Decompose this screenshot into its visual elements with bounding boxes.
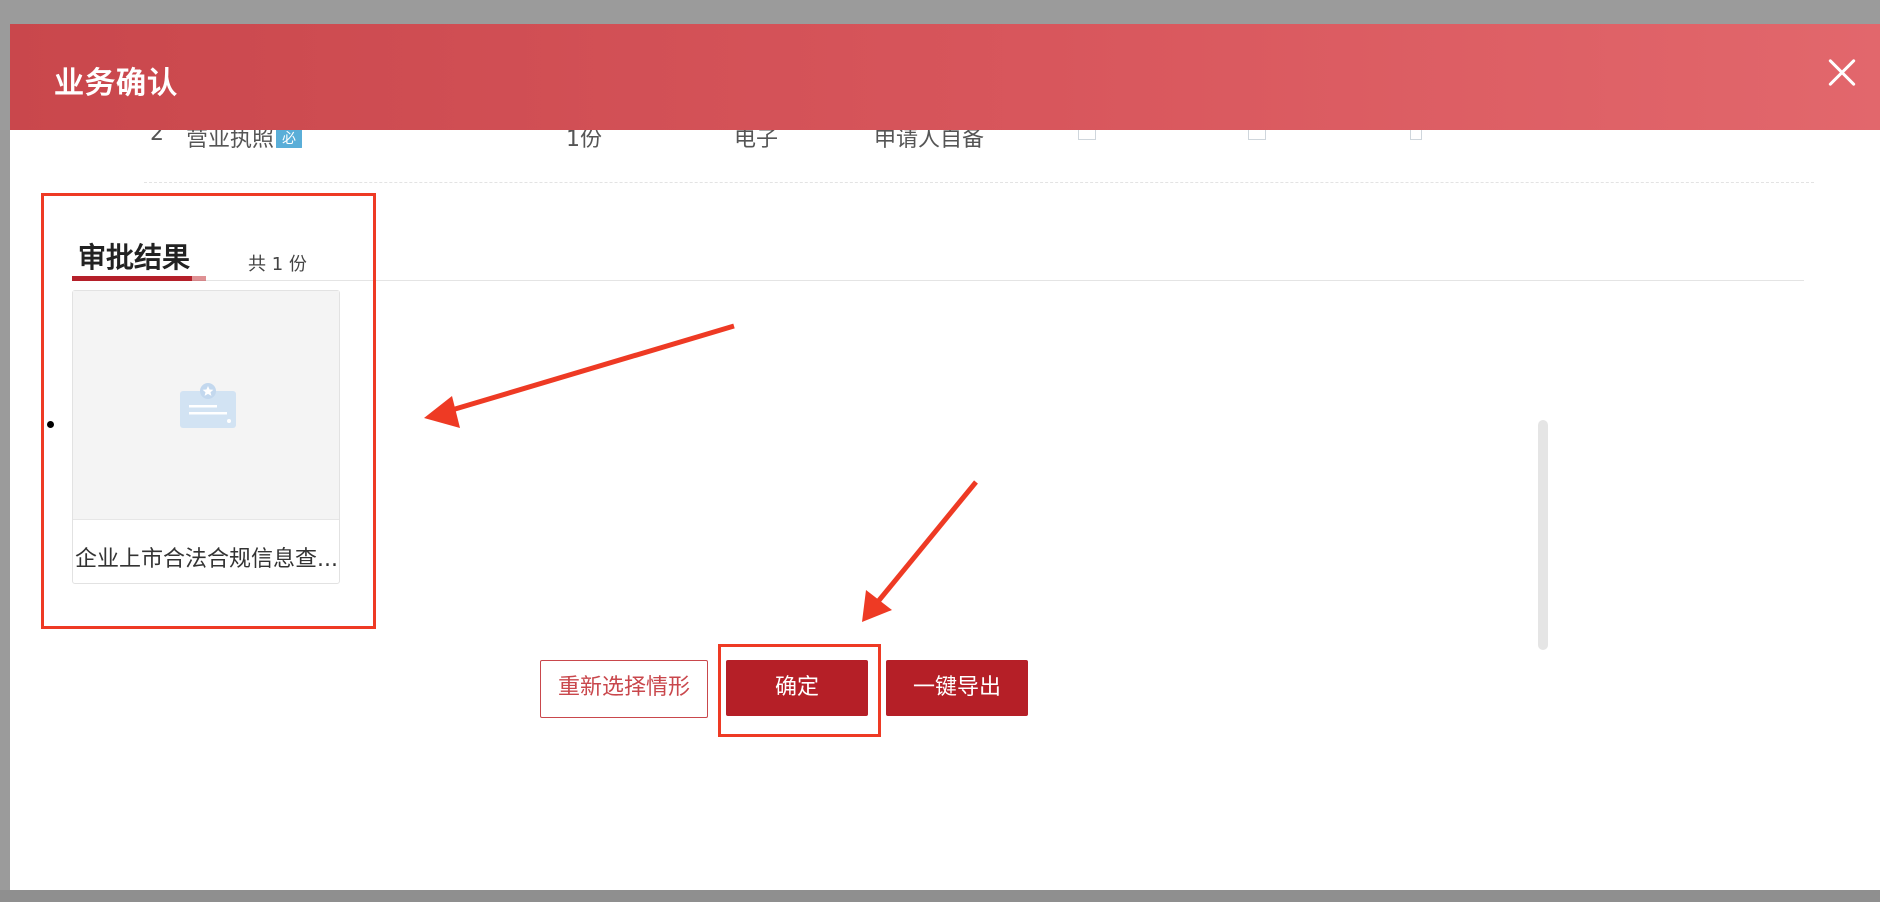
confirm-button[interactable]: 确定 bbox=[726, 660, 868, 716]
download-icon[interactable] bbox=[1248, 130, 1266, 140]
export-button[interactable]: 一键导出 bbox=[886, 660, 1028, 716]
bottom-bar bbox=[0, 890, 1880, 902]
upload-icon[interactable] bbox=[1078, 130, 1096, 140]
modal-title: 业务确认 bbox=[54, 66, 178, 101]
required-badge: 必 bbox=[276, 130, 302, 148]
reselect-button[interactable]: 重新选择情形 bbox=[540, 660, 708, 718]
table-row: 2 营业执照 必 1份 电子 申请人自备 bbox=[10, 130, 1880, 148]
annotation-highlight-box bbox=[41, 193, 376, 629]
row-material-name: 营业执照 bbox=[186, 130, 275, 148]
row-count: 1份 bbox=[566, 130, 602, 148]
close-icon[interactable] bbox=[1820, 50, 1864, 94]
row-source: 申请人自备 bbox=[874, 130, 985, 148]
scrollbar[interactable] bbox=[1538, 420, 1548, 650]
row-index: 2 bbox=[150, 130, 164, 146]
row-type: 电子 bbox=[734, 130, 779, 148]
preview-icon[interactable] bbox=[1410, 130, 1422, 140]
modal-header: 业务确认 bbox=[10, 24, 1880, 130]
row-divider bbox=[144, 182, 1814, 183]
